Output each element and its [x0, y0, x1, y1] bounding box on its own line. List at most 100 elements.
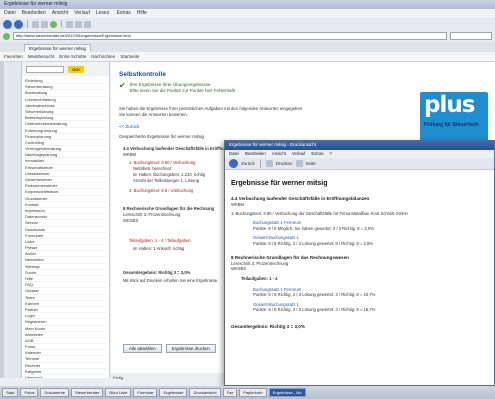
popup-menu-extras[interactable]: Extras: [311, 151, 323, 157]
stop-icon[interactable]: [41, 20, 48, 28]
url-input[interactable]: http://www.steuerberater.de/2012/05/erge…: [13, 32, 447, 40]
menu-bearbeiten[interactable]: Bearbeiten: [22, 10, 46, 17]
result-line: Mit Klick auf Drucken erhalten Sie eine …: [123, 278, 219, 283]
menu-hilfe[interactable]: Hilfe: [137, 10, 147, 17]
result-line: 1. Buchungstext: 8 80 / Verbuchung: [129, 160, 196, 165]
result-notice: ✔ Ihre Ergebnisse Ihrer Übungsergebnisse…: [119, 82, 319, 102]
forward-icon[interactable]: [14, 19, 23, 29]
back-link[interactable]: << Zurück: [119, 124, 139, 129]
search-input[interactable]: [450, 32, 492, 40]
sidebar: GO! Einleitung Steuerberatung Buchhaltung L…: [22, 62, 110, 378]
reload-icon[interactable]: [32, 20, 39, 28]
popup-line: 1. Buchungstext: 8 80 / Verbuchung der G…: [231, 211, 408, 216]
taskbar-item[interactable]: Ergebnisse: [159, 388, 188, 397]
popup-line: Punkte: 8 / 8 Richtig, 3 / 3 Lösung gewe…: [253, 307, 376, 313]
popup-print-label[interactable]: Drucken: [276, 161, 293, 166]
address-bar: http://www.steuerberater.de/2012/05/erge…: [0, 30, 495, 42]
taskbar-item[interactable]: Fotos: [20, 388, 39, 397]
bookmark-erste-schritte[interactable]: Erste Schritte: [59, 54, 86, 59]
print-results-button[interactable]: Ergebnisse drucken: [165, 344, 216, 353]
dock-strip: [0, 62, 4, 378]
result-line: 8 Rechnerische Grundlagen für die Rechnu…: [123, 206, 215, 211]
tab-results[interactable]: Ergebnisse für werner mitsig: [24, 44, 92, 52]
taskbar: Start Fotos Dokumente Steuerberater Büro Lis…: [0, 386, 495, 399]
taskbar-item[interactable]: Ergebnisse - Mo: [268, 388, 306, 397]
print-icon[interactable]: [265, 160, 273, 167]
result-line: 2. Buchungstext: 8 8 / Umbuchung: [129, 188, 194, 193]
back-icon[interactable]: [3, 19, 12, 29]
popup-menu-bearbeiten[interactable]: Bearbeiten: [245, 151, 266, 157]
bookmark-icon[interactable]: [66, 20, 73, 28]
popup-heading: Ergebnisse für werner mitsig: [231, 180, 328, 187]
print-icon[interactable]: [75, 20, 82, 28]
mail-icon[interactable]: [84, 20, 91, 28]
result-line: Teilaufgaben: 1 - 4 / Teilaufgaben: [129, 238, 191, 243]
taskbar-item[interactable]: Druckansicht: [189, 388, 221, 397]
popup-line: Punkte: 8 / 8 Richtig, 3 / 3 Lösung gewe…: [253, 292, 376, 298]
bookmarks-bar: Favoriten Meistbesucht Erste Schritte Na…: [0, 52, 495, 62]
page-title: Selbstkontrolle: [119, 71, 166, 78]
popup-menu-help[interactable]: ?: [330, 151, 332, 157]
result-line: Gesamtergebnis: Richtig 3 = 3,0%: [123, 270, 191, 275]
bookmark-favoriten[interactable]: Favoriten: [4, 54, 23, 59]
taskbar-item[interactable]: Dokumente: [40, 388, 69, 397]
popup-back-label[interactable]: Zurück: [241, 161, 255, 166]
menu-datei[interactable]: Datei: [4, 10, 16, 17]
logo-subtitle: Prüfung für Steuerfach: [424, 122, 479, 128]
result-line: Lernschritt 3: Prozentrechnung: [123, 212, 181, 217]
taskbar-item[interactable]: Steuerberater: [70, 388, 104, 397]
bookmark-startseite[interactable]: Startseite: [120, 54, 139, 59]
popup-menu-datei[interactable]: Datei: [229, 151, 239, 157]
notice-text: Ihre Ergebnisse Ihrer Übungsergebnisse B…: [130, 82, 236, 94]
result-line: Anzahl der Teilleistungen 1, Lösung: [133, 178, 200, 183]
section-label: Gespeicherte Ergebnisse für werner mitsi…: [119, 134, 205, 139]
action-buttons: Alle abwählen Ergebnisse drucken: [123, 344, 216, 353]
result-line: WKBM: [123, 152, 137, 157]
popup-total: Gesamtergebnis: Richtig 3 = 3,0%: [231, 324, 305, 330]
popup-menu-ansicht[interactable]: Ansicht: [272, 151, 286, 157]
toolbar-divider: [27, 20, 28, 28]
taskbar-item[interactable]: Büro Liste: [105, 388, 132, 397]
popup-body: Ergebnisse für werner mitsig 4.4 Verbuch…: [225, 174, 494, 385]
taskbar-item[interactable]: Fax: [222, 388, 238, 397]
result-line: Nettobetr. berechnet:: [133, 166, 173, 171]
page-icon[interactable]: [295, 160, 303, 167]
menu-ansicht[interactable]: Ansicht: [52, 10, 68, 17]
toolbar-divider: [61, 20, 62, 28]
menu-extras[interactable]: Extras: [117, 10, 131, 17]
deselect-all-button[interactable]: Alle abwählen: [123, 344, 162, 353]
bookmark-nachrichten[interactable]: Nachrichten: [91, 54, 115, 59]
menu-verlauf[interactable]: Verlauf: [74, 10, 90, 17]
taskbar-item[interactable]: Formular: [133, 388, 158, 397]
popup-line: Punkte: 8 / 8 Möglich, Sie haben gewerte…: [253, 225, 374, 231]
sidebar-search-input[interactable]: [26, 65, 64, 73]
popup-section-sub: WKSBS: [231, 266, 247, 272]
tab-strip: Ergebnisse für werner mitsig: [0, 42, 495, 52]
go-button[interactable]: GO!: [68, 65, 84, 73]
back-icon[interactable]: [229, 159, 238, 168]
status-bar: Fertig: [111, 373, 226, 382]
result-line: WKSBS: [123, 218, 139, 223]
sidebar-search: GO!: [22, 62, 109, 76]
check-icon: ✔: [119, 81, 126, 90]
home-icon[interactable]: [50, 20, 57, 28]
main-toolbar: [0, 18, 495, 30]
menu-bar: Datei Bearbeiten Ansicht Verlauf Lesez. …: [0, 9, 495, 18]
result-line: im Haben: Buchungsbetr. 1.234, richtig: [133, 172, 206, 177]
toolbar-divider: [259, 159, 261, 168]
window-title: Ergebnisse für werner mitsig: [0, 0, 495, 9]
popup-menu-verlauf[interactable]: Verlauf: [292, 151, 305, 157]
taskbar-item[interactable]: Papierkorb: [239, 388, 267, 397]
logo-word: plus: [424, 92, 475, 118]
bookmark-meistbesucht[interactable]: Meistbesucht: [28, 54, 55, 59]
menu-lesezeichen[interactable]: Lesez.: [96, 10, 111, 17]
sidebar-item[interactable]: Übersicht: [25, 375, 106, 378]
popup-page-label[interactable]: Seite: [306, 161, 316, 166]
popup-toolbar: Zurück Drucken Seite: [225, 158, 494, 170]
notice-line-2: Bitte lesen Sie die Punkte zur Punkte hi…: [129, 88, 236, 93]
popup-section-sub: WKBM: [231, 201, 245, 207]
print-preview-window: Ergebnisse für werner mitsig - Druckansi…: [224, 140, 495, 386]
start-button[interactable]: Start: [2, 388, 19, 397]
popup-line: Punkte: 8 / 8 Richtig, 3 / 3 Lösung gewe…: [253, 240, 373, 246]
popup-title: Ergebnisse für werner mitsig - Druckansi…: [225, 141, 494, 150]
